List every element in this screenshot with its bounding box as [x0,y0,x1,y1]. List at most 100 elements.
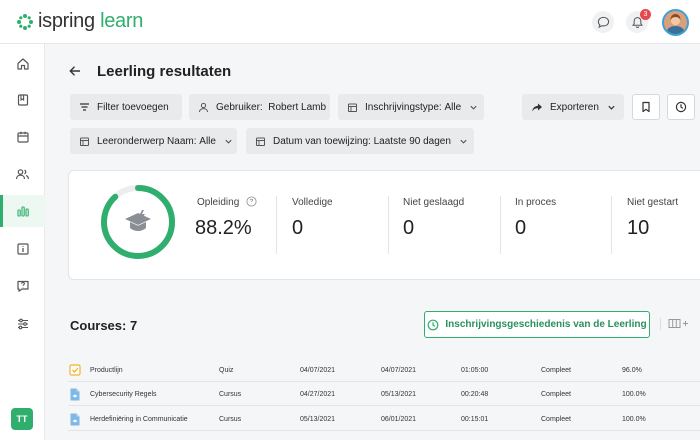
ispring-logo-icon [17,13,33,30]
sidebar-item-reports[interactable] [0,195,45,227]
not-started-label: Niet gestart [627,197,679,208]
sidebar-item-library[interactable] [0,84,45,116]
not-started-value: 10 [627,217,650,239]
sidebar-item-settings[interactable] [0,308,45,340]
users-icon [15,169,29,180]
logo[interactable]: ispring learn [16,10,143,33]
table-row[interactable]: Productlijn Quiz 04/07/2021 04/07/2021 0… [68,360,700,382]
due-date: 06/01/2021 [381,416,417,423]
user-filter-value: Robert Lamb [268,101,327,113]
chevron-down-icon [470,105,477,110]
course-type: Quiz [219,367,234,374]
help-icon [16,280,29,292]
user-avatar[interactable] [662,9,689,36]
sliders-icon [17,318,28,330]
bookmark-icon [642,101,650,113]
back-button[interactable] [68,64,82,83]
course-type: Cursus [219,416,242,423]
table-row[interactable]: Cybersecurity Regels Cursus 04/27/2021 0… [68,384,700,406]
in-progress-label: In proces [515,197,557,208]
enrollment-history-label: Inschrijvingsgeschiedenis van de Leerlin… [445,319,647,330]
top-bar: ispring learn 3 [0,0,700,44]
calendar-icon [348,103,357,112]
score: 100.0% [622,391,646,398]
in-progress-value: 0 [515,217,527,239]
stat-divider [276,196,277,254]
help-circle-icon[interactable] [246,196,257,207]
graduation-cap-icon [125,210,151,231]
notification-badge: 3 [640,9,651,20]
sidebar-item-calendar[interactable] [0,121,45,153]
avatar-photo-icon [664,11,687,34]
bookmark-button[interactable] [632,94,660,120]
enrollment-history-button[interactable]: Inschrijvingsgeschiedenis van de Leerlin… [424,311,650,338]
sidebar-item-users[interactable] [0,158,45,190]
learning-subject-value: Alle [199,135,216,147]
sidebar-item-home[interactable] [0,48,45,80]
chevron-down-icon [460,139,467,144]
stat-divider [500,196,501,254]
assignment-date-filter-chip[interactable]: Datum van toewijzing: Laatste 90 dagen [246,128,474,154]
table-row[interactable]: Herdefiniëring in Communicatie Cursus 05… [68,409,700,431]
stat-divider [611,196,612,254]
calendar-icon [256,137,265,146]
user-icon [199,102,208,112]
info-icon [16,243,29,255]
chat-button[interactable] [592,11,614,33]
assigned-date: 04/27/2021 [300,391,336,398]
history-button[interactable] [667,94,695,120]
columns-add-icon [668,319,688,328]
chevron-down-icon [608,105,615,110]
logo-text: ispring learn [38,10,144,32]
status: Compleet [541,416,571,423]
assigned-date: 04/07/2021 [300,367,336,374]
score: 100.0% [622,416,646,423]
sidebar-item-help[interactable] [0,270,45,302]
assignment-date-value: Laatste 90 dagen [373,135,451,147]
arrow-left-icon [69,66,80,76]
learning-subject-filter-chip[interactable]: Leeronderwerp Naam: Alle [70,128,237,154]
stat-divider [388,196,389,254]
filter-icon [80,103,89,111]
failed-value: 0 [403,217,415,239]
course-icon [70,388,80,401]
training-value: 88.2% [195,217,252,239]
training-progress-ring [101,185,175,259]
user-filter-chip[interactable]: Gebruiker: Robert Lamb [189,94,330,120]
time-spent: 00:20:48 [461,391,489,398]
clock-icon [675,101,687,113]
completed-value: 0 [292,217,304,239]
clock-icon [428,319,439,330]
chat-icon [597,16,609,28]
time-spent: 00:15:01 [461,416,489,423]
bar-chart-icon [16,206,29,217]
enrollment-type-filter-chip[interactable]: Inschrijvingstype: Alle [338,94,484,120]
export-label: Exporteren [550,101,599,113]
chevron-down-icon [225,139,232,144]
time-spent: 01:05:00 [461,367,489,374]
course-name[interactable]: Herdefiniëring in Communicatie [90,416,188,423]
column-settings-button[interactable] [668,318,690,329]
enrollment-type-value: Alle [444,101,462,113]
course-name[interactable]: Cybersecurity Regels [90,391,157,398]
assigned-date: 05/13/2021 [300,416,336,423]
score: 96.0% [622,367,642,374]
add-filter-button[interactable]: Filter toevoegen [70,94,182,120]
sidebar: TT [0,44,45,440]
page-title: Leerling resultaten [97,63,232,80]
user-initials-badge[interactable]: TT [11,408,33,430]
toolbar-divider [660,318,661,330]
status: Compleet [541,367,571,374]
completed-label: Volledige [292,197,333,208]
status: Compleet [541,391,571,398]
assignment-date-label: Datum van toewijzing: [273,135,371,147]
sidebar-item-info[interactable] [0,233,45,265]
course-name[interactable]: Productlijn [90,367,123,374]
course-type: Cursus [219,391,242,398]
user-filter-label: Gebruiker: [216,101,263,113]
export-button[interactable]: Exporteren [522,94,624,120]
quiz-icon [69,364,81,376]
learning-subject-label: Leeronderwerp Naam: [97,135,197,147]
courses-count-title: Courses: 7 [70,318,138,333]
calendar-icon [16,131,29,143]
